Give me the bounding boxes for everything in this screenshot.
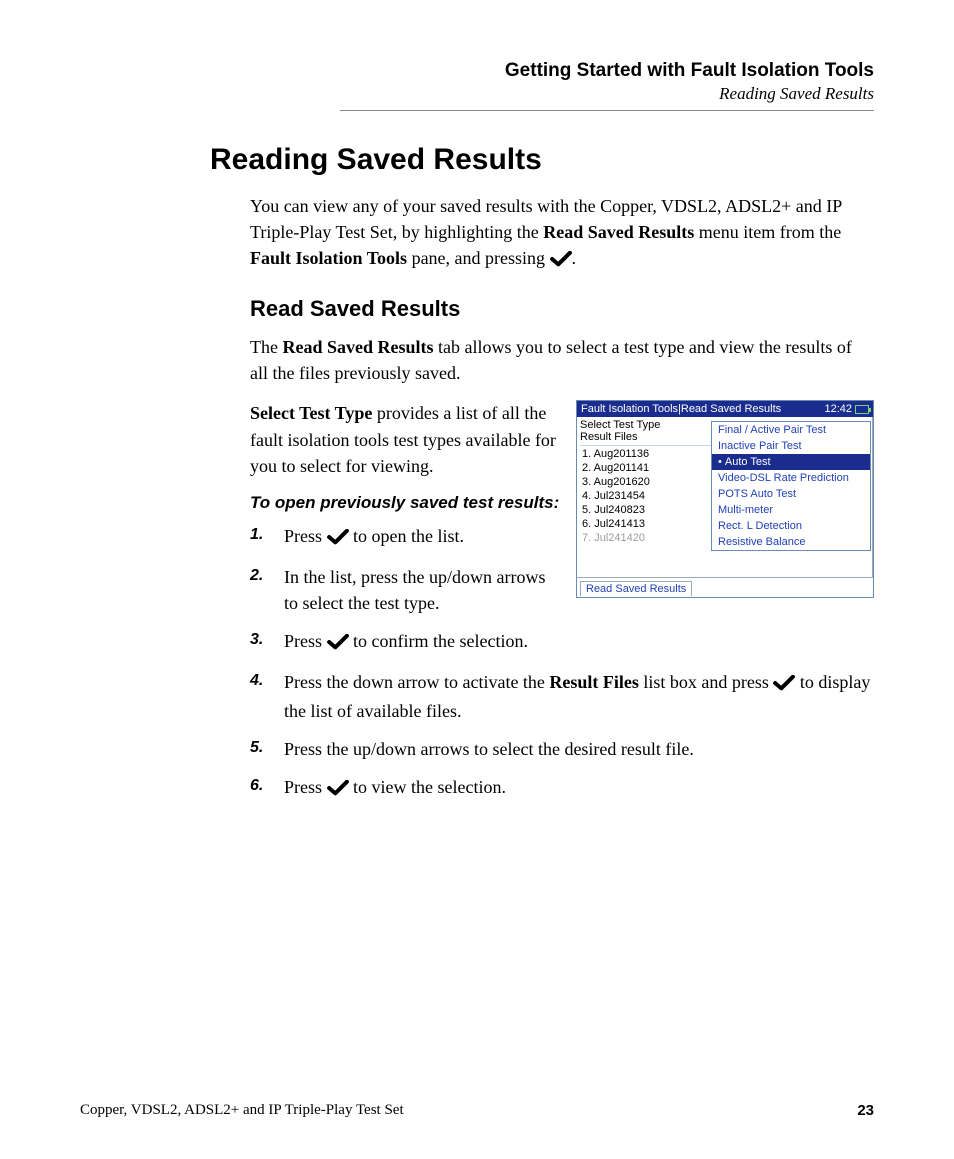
step-4: 4.Press the down arrow to activate the R… <box>250 669 874 724</box>
subsection-title: Read Saved Results <box>250 296 874 322</box>
section-name: Reading Saved Results <box>80 84 874 104</box>
header-rule <box>340 110 874 111</box>
running-header: Getting Started with Fault Isolation Too… <box>80 60 874 104</box>
dropdown-option[interactable]: Video-DSL Rate Prediction <box>712 470 870 486</box>
page-footer: Copper, VDSL2, ADSL2+ and IP Triple-Play… <box>80 1102 874 1119</box>
chapter-title: Getting Started with Fault Isolation Too… <box>80 60 874 82</box>
step-5: 5.Press the up/down arrows to select the… <box>250 736 874 762</box>
device-breadcrumb: Fault Isolation Tools|Read Saved Results <box>581 403 781 415</box>
step-6: 6.Press to view the selection. <box>250 774 874 803</box>
battery-icon <box>855 405 869 414</box>
check-icon <box>327 526 349 552</box>
dropdown-option[interactable]: Final / Active Pair Test <box>712 422 870 438</box>
dropdown-option[interactable]: Multi-meter <box>712 502 870 518</box>
step-3: 3.Press to confirm the selection. <box>250 628 874 657</box>
check-icon <box>550 248 572 274</box>
test-type-dropdown[interactable]: Final / Active Pair Test Inactive Pair T… <box>711 421 871 551</box>
step-2: 2.In the list, press the up/down arrows … <box>250 564 874 616</box>
footer-product: Copper, VDSL2, ADSL2+ and IP Triple-Play… <box>80 1102 404 1119</box>
dropdown-option[interactable]: Resistive Balance <box>712 534 870 550</box>
tab-description: The Read Saved Results tab allows you to… <box>250 334 874 386</box>
check-icon <box>327 631 349 657</box>
dropdown-option[interactable]: Rect. L Detection <box>712 518 870 534</box>
page-title: Reading Saved Results <box>210 143 874 177</box>
dropdown-option[interactable]: Inactive Pair Test <box>712 438 870 454</box>
dropdown-option-selected[interactable]: Auto Test <box>712 454 870 470</box>
procedure-steps: 1.Press to open the list. 2.In the list,… <box>250 523 874 804</box>
device-title-bar: Fault Isolation Tools|Read Saved Results… <box>577 401 873 417</box>
intro-paragraph: You can view any of your saved results w… <box>250 193 874 274</box>
dropdown-option[interactable]: POTS Auto Test <box>712 486 870 502</box>
page-number: 23 <box>857 1102 874 1119</box>
check-icon <box>327 777 349 803</box>
device-clock: 12:42 <box>824 403 852 415</box>
check-icon <box>773 672 795 698</box>
